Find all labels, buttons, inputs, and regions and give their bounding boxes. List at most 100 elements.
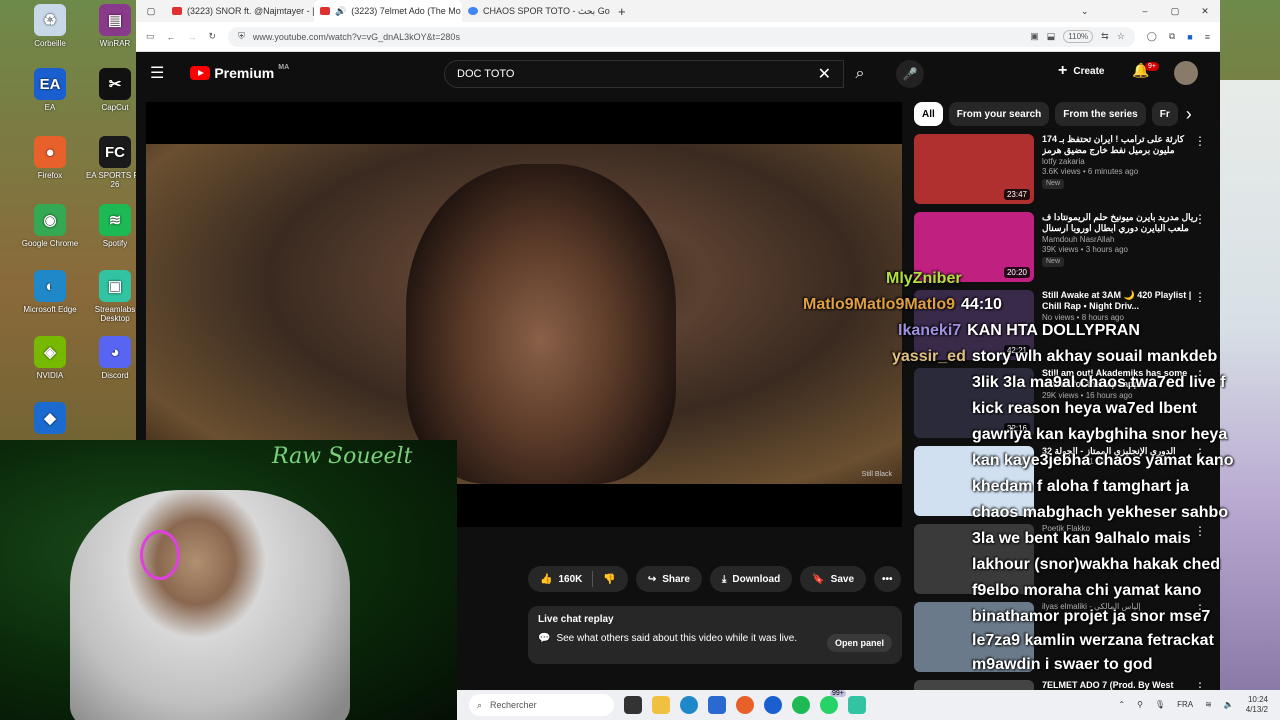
download-button[interactable]: ⤓ Download <box>710 566 793 592</box>
more-options-icon[interactable]: ⋮ <box>1194 212 1206 226</box>
close-window-icon[interactable]: ✕ <box>1190 6 1220 17</box>
open-panel-button[interactable]: Open panel <box>826 634 892 652</box>
edge-taskbar-icon[interactable] <box>680 696 698 714</box>
channel-name[interactable]: ilyas elmaliki - إلياس المالكي <box>1042 602 1202 612</box>
search-input[interactable]: DOC TOTO ✕ <box>444 60 844 88</box>
clock[interactable]: 10:24 4/13/2 <box>1246 695 1268 714</box>
youtube-logo[interactable]: Premium MA <box>190 64 289 81</box>
recommended-video[interactable]: الدوري الإنجليزي الممتاز - الجولة 32 1.5M… <box>914 446 1214 516</box>
translate-icon[interactable]: ⇆ <box>1101 31 1109 42</box>
store-icon[interactable] <box>708 696 726 714</box>
tray-chevron-icon[interactable]: ⌃ <box>1118 700 1125 710</box>
desktop-icon[interactable]: ◐ Microsoft Edge <box>20 270 80 314</box>
more-options-icon[interactable]: ⋮ <box>1194 134 1206 148</box>
video-thumbnail[interactable]: 42:21 <box>914 290 1034 360</box>
desktop-icon[interactable]: ◉ Google Chrome <box>20 204 80 248</box>
maximize-icon[interactable]: ▢ <box>1160 6 1190 17</box>
speaker-icon[interactable]: 🔊 <box>335 6 346 17</box>
share-button[interactable]: ↪ Share <box>635 566 702 592</box>
mic-tray-icon[interactable]: 🎙 <box>1155 700 1165 710</box>
more-options-icon[interactable]: ⋮ <box>1194 602 1206 616</box>
more-options-icon[interactable]: ⋮ <box>1194 368 1206 382</box>
site-info-icon[interactable]: ⛨ <box>238 31 245 42</box>
desktop-icon[interactable]: ♻ Corbeille <box>20 4 80 48</box>
spotify-taskbar-icon[interactable] <box>792 696 810 714</box>
more-options-icon[interactable]: ⋮ <box>1194 446 1206 460</box>
task-view-icon[interactable] <box>624 696 642 714</box>
recommended-video[interactable]: 23:47 كارثة على ترامب ! ايران تحتفظ بـ 17… <box>914 134 1214 204</box>
chip-0[interactable]: All <box>914 102 943 126</box>
tab-chaos-google[interactable]: CHAOS SPOR TOTO - بحث Goog✕ <box>462 0 610 22</box>
recommended-video[interactable]: Poetik Flakko ⋮ <box>914 524 1214 594</box>
zoom-level[interactable]: 110% <box>1063 30 1094 43</box>
tab-snor[interactable]: (3223) SNOR ft. @Najmtayer - |✕ <box>166 0 314 22</box>
account-icon[interactable]: ◯ <box>1147 31 1157 42</box>
video-thumbnail[interactable] <box>914 602 1034 672</box>
ea-taskbar-icon[interactable] <box>764 696 782 714</box>
avatar[interactable] <box>1174 61 1198 85</box>
wifi-icon[interactable]: ≋ <box>1205 700 1212 710</box>
video-title[interactable]: Still am out! Akademiks has some advice … <box>1042 368 1202 391</box>
video-title[interactable]: الدوري الإنجليزي الممتاز - الجولة 32 <box>1042 446 1202 457</box>
chevron-down-icon[interactable]: ⌄ <box>1081 6 1089 17</box>
more-actions-button[interactable]: ••• <box>874 566 901 592</box>
video-thumbnail[interactable] <box>914 446 1034 516</box>
whatsapp-icon[interactable]: 99+ <box>820 690 846 714</box>
thumbs-down-icon[interactable]: 👎 <box>603 574 615 585</box>
microphone-icon[interactable]: 🎤 <box>896 60 924 88</box>
minimize-icon[interactable]: ‒ <box>1130 6 1160 16</box>
desktop-icon[interactable]: ◆ <box>20 402 80 437</box>
system-tray[interactable]: ⌃ ⚲ 🎙 FRA ≋ 🔈 10:24 4/13/2 <box>1118 695 1268 714</box>
tab-actions-icon[interactable]: ▢ <box>136 6 166 17</box>
save-button[interactable]: 🔖 Save <box>800 566 867 592</box>
copilot-icon[interactable]: ■ <box>1187 32 1192 42</box>
video-thumbnail[interactable]: 32:16 <box>914 368 1034 438</box>
more-options-icon[interactable]: ⋮ <box>1194 290 1206 304</box>
install-icon[interactable]: ⬓ <box>1047 31 1056 42</box>
create-button[interactable]: + Create <box>1058 62 1104 80</box>
desktop-icon[interactable]: ● Firefox <box>20 136 80 180</box>
video-title[interactable]: Still Awake at 3AM 🌙 420 Playlist | Chil… <box>1042 290 1202 313</box>
channel-name[interactable]: lotfy zakaria <box>1042 157 1202 167</box>
channel-name[interactable]: Mamdouh NasrAllah <box>1042 235 1202 245</box>
taskbar-search-input[interactable]: ⌕ Rechercher <box>469 694 614 716</box>
chip-2[interactable]: From the series <box>1055 102 1146 126</box>
forward-icon[interactable]: → <box>188 32 197 42</box>
screenshot-icon[interactable]: ▣ <box>1030 31 1039 42</box>
firefox-taskbar-icon[interactable] <box>736 696 754 714</box>
recommended-video[interactable]: 7ELMET ADO 7 (Prod. By West ⋮ <box>914 680 1214 690</box>
recommended-video[interactable]: ilyas elmaliki - إلياس المالكي ⋮ <box>914 602 1214 672</box>
more-options-icon[interactable]: ⋮ <box>1194 524 1206 538</box>
chevron-right-icon[interactable]: › <box>1186 104 1192 125</box>
recommended-video[interactable]: 20:20 ريال مدريد بايرن ميونيخ حلم الريمون… <box>914 212 1214 282</box>
url-field[interactable]: ⛨ www.youtube.com/watch?v=vG_dnAL3kOY&t=… <box>228 26 1135 47</box>
video-thumbnail[interactable]: 23:47 <box>914 134 1034 204</box>
streamlabs-taskbar-icon[interactable] <box>848 696 866 714</box>
network-icon[interactable]: ⚲ <box>1137 700 1143 710</box>
video-thumbnail[interactable]: 20:20 <box>914 212 1034 282</box>
favorite-star-icon[interactable]: ☆ <box>1117 31 1125 42</box>
recommended-video[interactable]: 32:16 Still am out! Akademiks has some ad… <box>914 368 1214 438</box>
menu-icon[interactable]: ≡ <box>1205 32 1210 42</box>
desktop-icon[interactable]: EA EA <box>20 68 80 112</box>
extensions-icon[interactable]: ⧉ <box>1169 31 1175 42</box>
new-tab-icon[interactable]: + <box>618 4 626 19</box>
channel-name[interactable]: Poetik Flakko <box>1042 524 1202 534</box>
video-title[interactable]: ريال مدريد بايرن ميونيخ حلم الريمونتادا … <box>1042 212 1202 235</box>
video-thumbnail[interactable] <box>914 524 1034 594</box>
desktop-icon[interactable]: ◈ NVIDIA <box>20 336 80 380</box>
video-title[interactable]: كارثة على ترامب ! ايران تحتفظ بـ 174 ملي… <box>1042 134 1202 157</box>
search-icon[interactable]: ⌕ <box>844 60 876 88</box>
chip-1[interactable]: From your search <box>948 102 1050 126</box>
like-button[interactable]: 👍 160K 👎 <box>528 566 628 592</box>
language-indicator[interactable]: FRA <box>1177 700 1193 710</box>
hamburger-menu-icon[interactable]: ☰ <box>150 63 164 83</box>
back-icon[interactable]: ← <box>167 32 176 42</box>
channel-name[interactable]: No views • 8 hours ago <box>1042 313 1202 323</box>
recommended-video[interactable]: 42:21 Still Awake at 3AM 🌙 420 Playlist |… <box>914 290 1214 360</box>
reload-icon[interactable]: ↻ <box>209 31 217 42</box>
chip-3[interactable]: Fr <box>1151 102 1178 126</box>
more-options-icon[interactable]: ⋮ <box>1194 680 1206 690</box>
sidebar-icon[interactable]: ▭ <box>146 31 155 42</box>
tab-7elmet-ado[interactable]: 🔊(3223) 7elmet Ado (The Mo✕ <box>314 0 462 22</box>
